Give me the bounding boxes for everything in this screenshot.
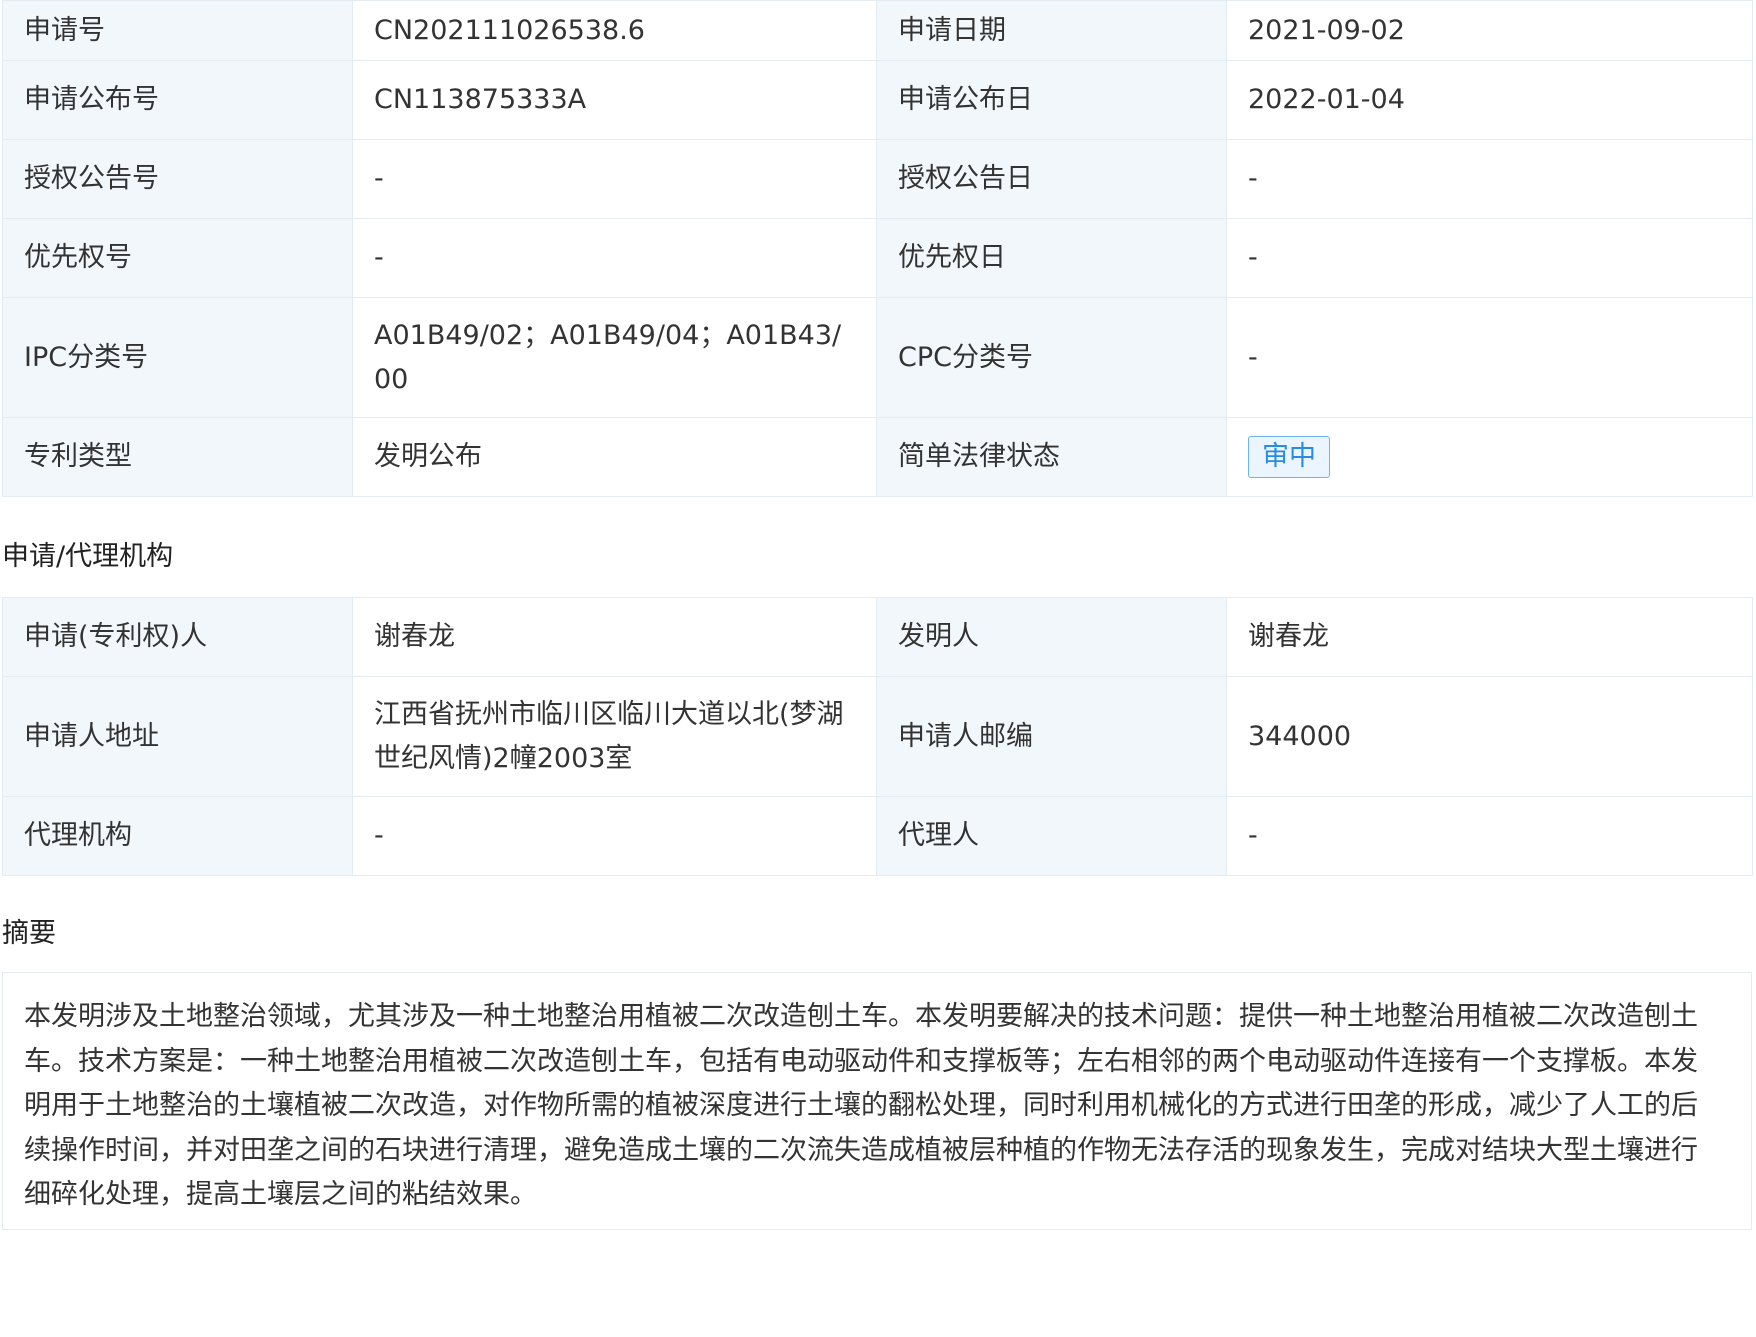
cpc-class-label: CPC分类号 bbox=[876, 297, 1227, 418]
cpc-class-value: - bbox=[1226, 297, 1753, 418]
applicant-address-label: 申请人地址 bbox=[2, 676, 353, 797]
table-row: 申请人地址 江西省抚州市临川区临川大道以北(梦湖世纪风情)2幢2003室 申请人… bbox=[2, 676, 1753, 797]
priority-date-label: 优先权日 bbox=[876, 218, 1227, 298]
publication-number-label: 申请公布号 bbox=[2, 60, 353, 140]
inventor-label: 发明人 bbox=[876, 597, 1227, 677]
table-row: IPC分类号 A01B49/02；A01B49/04；A01B43/00 CPC… bbox=[2, 297, 1753, 418]
abstract-text: 本发明涉及土地整治领域，尤其涉及一种土地整治用植被二次改造刨土车。本发明要解决的… bbox=[2, 972, 1752, 1230]
application-number-label: 申请号 bbox=[2, 0, 353, 61]
table-row: 申请(专利权)人 谢春龙 发明人 谢春龙 bbox=[2, 597, 1753, 677]
publication-date-value: 2022-01-04 bbox=[1226, 60, 1753, 140]
priority-date-value: - bbox=[1226, 218, 1753, 298]
status-badge: 审中 bbox=[1248, 436, 1330, 478]
publication-number-value: CN113875333A bbox=[352, 60, 877, 140]
legal-status-label: 简单法律状态 bbox=[876, 417, 1227, 497]
agency-table: 申请(专利权)人 谢春龙 发明人 谢春龙 申请人地址 江西省抚州市临川区临川大道… bbox=[2, 597, 1753, 876]
table-row: 专利类型 发明公布 简单法律状态 审中 bbox=[2, 417, 1753, 497]
ipc-class-value: A01B49/02；A01B49/04；A01B43/00 bbox=[352, 297, 877, 418]
agency-value: - bbox=[352, 796, 877, 876]
table-row: 授权公告号 - 授权公告日 - bbox=[2, 139, 1753, 219]
table-row: 代理机构 - 代理人 - bbox=[2, 796, 1753, 876]
grant-date-value: - bbox=[1226, 139, 1753, 219]
section-title-agency: 申请/代理机构 bbox=[2, 541, 174, 572]
agent-value: - bbox=[1226, 796, 1753, 876]
table-row: 优先权号 - 优先权日 - bbox=[2, 218, 1753, 298]
section-title-abstract: 摘要 bbox=[2, 918, 56, 949]
application-date-label: 申请日期 bbox=[876, 0, 1227, 61]
ipc-class-label: IPC分类号 bbox=[2, 297, 353, 418]
patent-detail-page: 申请号 CN202111026538.6 申请日期 2021-09-02 申请公… bbox=[2, 0, 1753, 1230]
priority-number-label: 优先权号 bbox=[2, 218, 353, 298]
basic-info-table: 申请号 CN202111026538.6 申请日期 2021-09-02 申请公… bbox=[2, 0, 1753, 497]
application-number-value: CN202111026538.6 bbox=[352, 0, 877, 61]
applicant-value: 谢春龙 bbox=[352, 597, 877, 677]
priority-number-value: - bbox=[352, 218, 877, 298]
applicant-label: 申请(专利权)人 bbox=[2, 597, 353, 677]
inventor-value: 谢春龙 bbox=[1226, 597, 1753, 677]
publication-date-label: 申请公布日 bbox=[876, 60, 1227, 140]
table-row: 申请公布号 CN113875333A 申请公布日 2022-01-04 bbox=[2, 60, 1753, 140]
grant-number-label: 授权公告号 bbox=[2, 139, 353, 219]
legal-status-cell: 审中 bbox=[1226, 417, 1753, 497]
applicant-address-value: 江西省抚州市临川区临川大道以北(梦湖世纪风情)2幢2003室 bbox=[352, 676, 877, 797]
patent-type-value: 发明公布 bbox=[352, 417, 877, 497]
agency-label: 代理机构 bbox=[2, 796, 353, 876]
grant-number-value: - bbox=[352, 139, 877, 219]
grant-date-label: 授权公告日 bbox=[876, 139, 1227, 219]
table-row: 申请号 CN202111026538.6 申请日期 2021-09-02 bbox=[2, 0, 1753, 61]
agent-label: 代理人 bbox=[876, 796, 1227, 876]
postal-code-value: 344000 bbox=[1226, 676, 1753, 797]
postal-code-label: 申请人邮编 bbox=[876, 676, 1227, 797]
application-date-value: 2021-09-02 bbox=[1226, 0, 1753, 61]
patent-type-label: 专利类型 bbox=[2, 417, 353, 497]
